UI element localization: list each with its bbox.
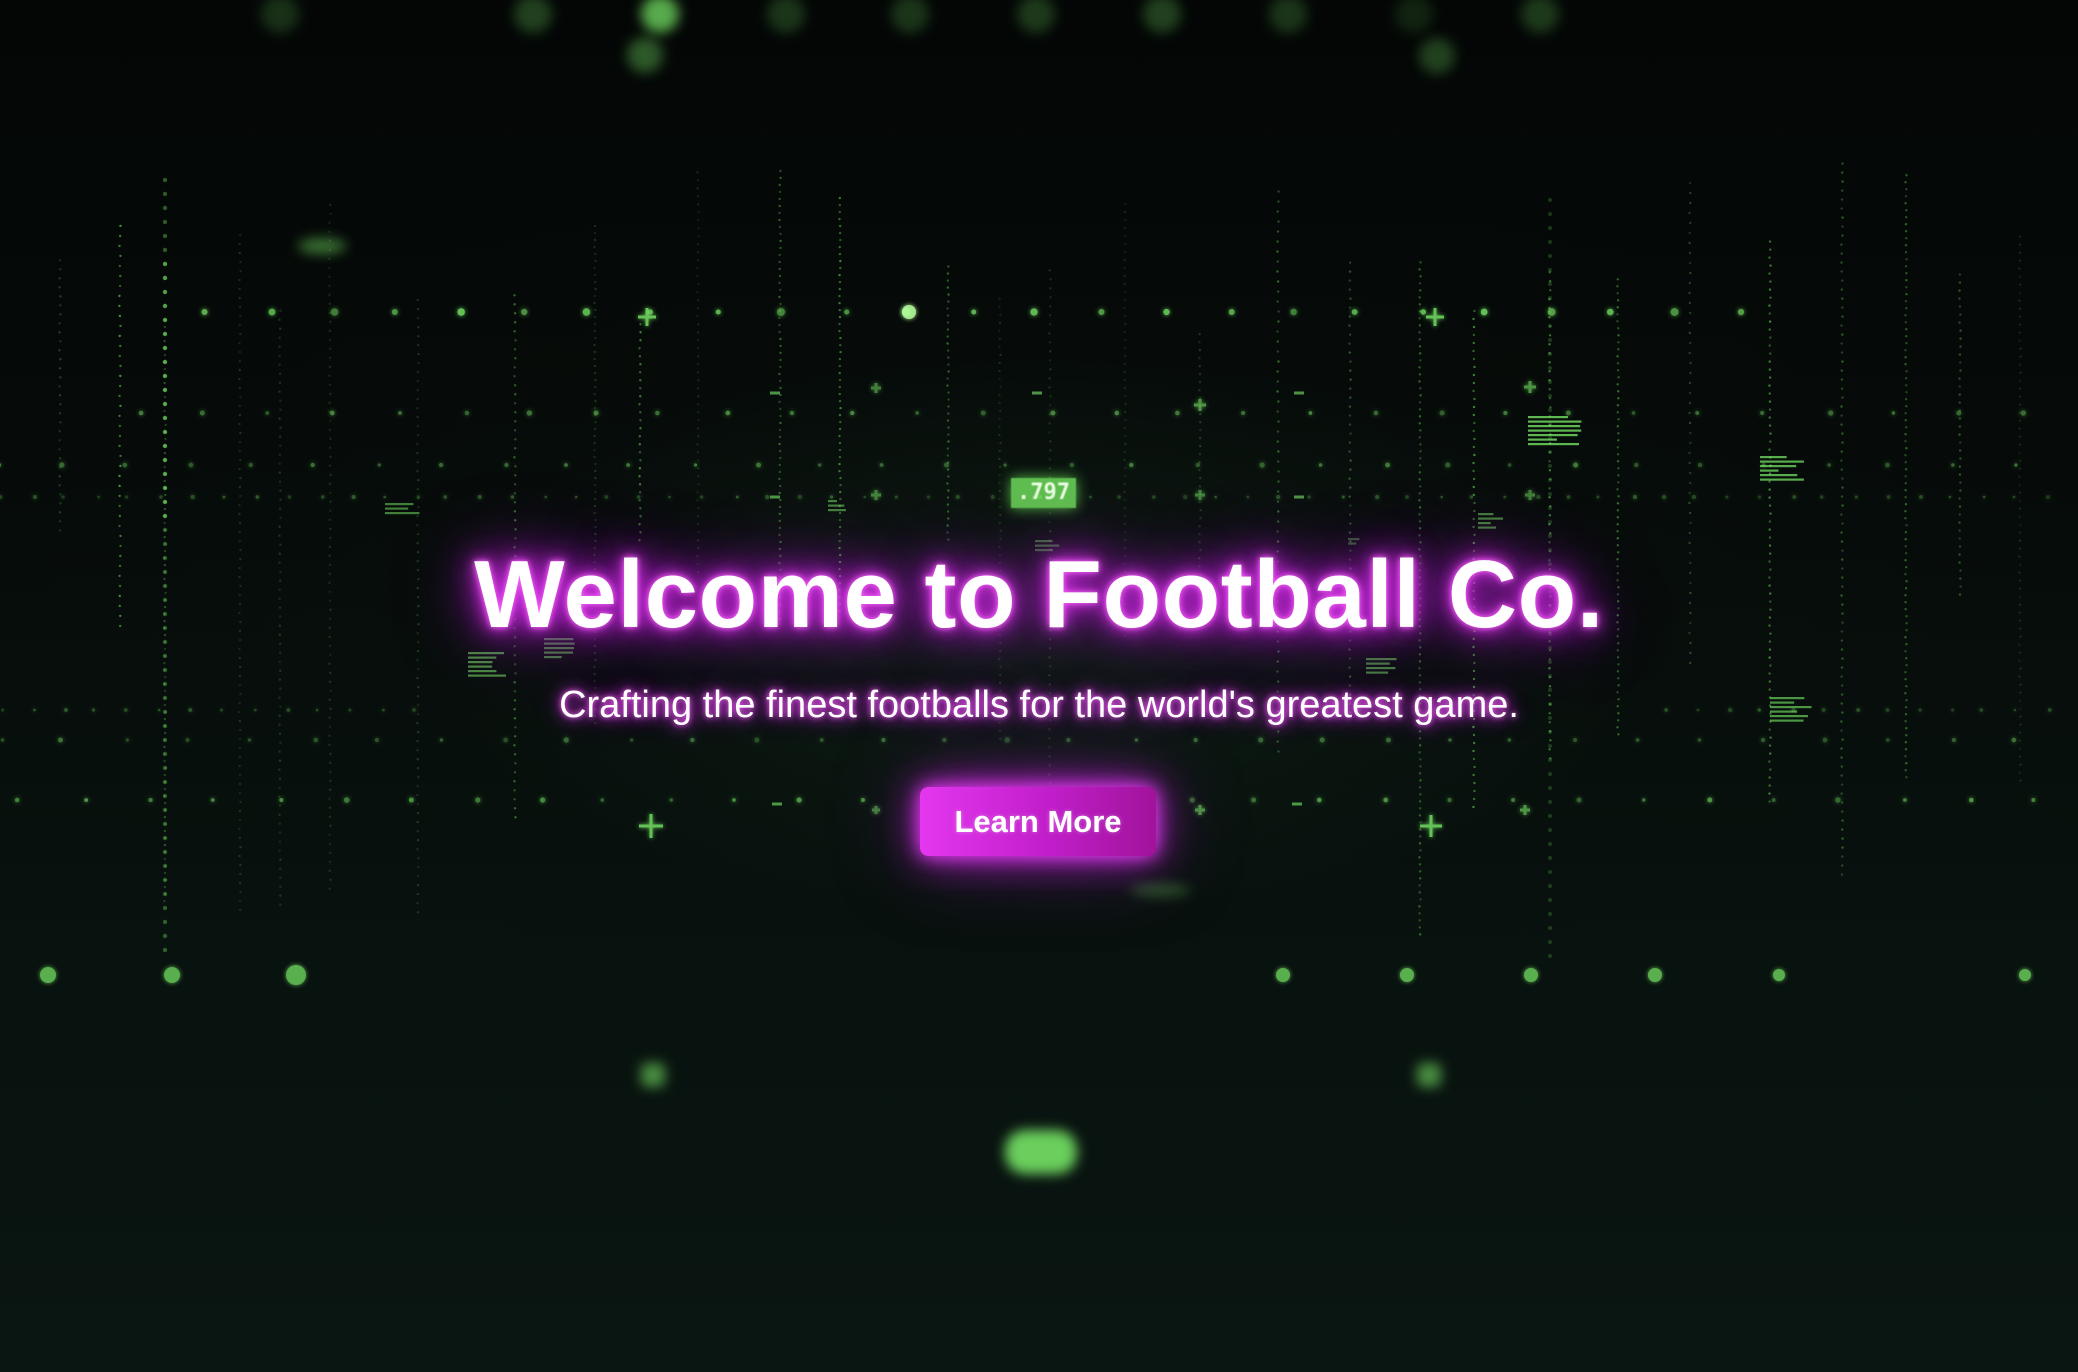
hero-section: .797 Welcome to Football Co. Crafting th… <box>0 0 2078 1372</box>
learn-more-button[interactable]: Learn More <box>920 787 1156 856</box>
number-badge: .797 <box>1011 478 1076 508</box>
hero-title: Welcome to Football Co. <box>474 541 1604 648</box>
hero-subtitle: Crafting the finest footballs for the wo… <box>559 684 1519 726</box>
hero-content: .797 Welcome to Football Co. Crafting th… <box>0 0 2078 1372</box>
